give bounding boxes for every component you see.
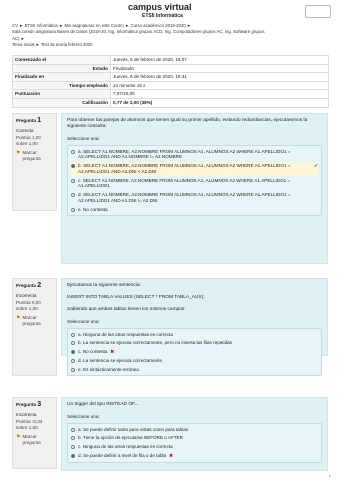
summary-value: Jueves, 6 de febrero de 2020, 16:31	[110, 72, 329, 82]
question-number: Pregunta 2	[16, 282, 42, 289]
answer-option[interactable]: d. La sentencia se ejecuta correctamente	[71, 357, 318, 365]
summary-value: 0,77 de 2,00 (38%)	[110, 97, 329, 108]
question-points: Puntúa -0,33 sobre 1,00	[16, 419, 43, 431]
question-number: Pregunta 1	[16, 117, 42, 124]
summary-row: Finalizado en Jueves, 6 de febrero de 202…	[12, 72, 329, 82]
answer-option[interactable]: b. La sentencia se ejecuta correctamente…	[71, 339, 318, 347]
radio-button[interactable]	[71, 358, 75, 363]
radio-button[interactable]	[71, 207, 75, 212]
breadcrumb-line[interactable]: AC) ►	[12, 36, 332, 41]
question-state: Correcta	[16, 127, 34, 133]
summary-value: 24 minutos 19 s	[110, 80, 329, 91]
attempt-summary-table: Comenzado el Jueves, 6 de febrero de 2020…	[12, 55, 329, 108]
radio-button[interactable]	[71, 436, 75, 441]
summary-row: Estado Finalizado	[12, 63, 329, 74]
flag-icon: ⚑	[16, 433, 21, 440]
breadcrumb-line[interactable]: CV ► ETSII Informàtica ► Mis asignaturas…	[12, 23, 332, 28]
answer-options: a. Ninguna de las otras respuestas es co…	[67, 327, 322, 377]
answer-option[interactable]: c. Ninguna de las otras respuestas es co…	[71, 443, 318, 451]
radio-button[interactable]	[71, 149, 75, 154]
answer-option[interactable]: a. Se puede definir tanto para vistas co…	[71, 426, 318, 434]
radio-button[interactable]	[71, 341, 75, 346]
header-menu-box[interactable]	[305, 5, 331, 18]
summary-row: Calificación 0,77 de 2,00 (38%)	[12, 97, 329, 108]
question-points: Puntúa 0,00 sobre 1,00	[16, 300, 41, 312]
summary-value: 7,67/20,00	[110, 89, 329, 99]
answer-option[interactable]: d. SELECT A1.NOMBRE, A2.NOMBRE FROM ALUM…	[71, 191, 318, 204]
summary-key: Puntuación	[12, 89, 111, 99]
radio-button[interactable]	[71, 350, 75, 355]
answer-option[interactable]: d. Se puede definir a nivel de fila o de…	[71, 452, 318, 460]
breadcrumb-line[interactable]: Tema inicial ► Test de teoría febrero 20…	[12, 42, 332, 47]
answer-option[interactable]: e. Es sintácticamente errónea	[71, 366, 318, 374]
page-number: 1	[328, 473, 331, 478]
flag-icon: ⚑	[16, 314, 21, 321]
answer-option[interactable]: b. Tiene la opción de ejecutarse BEFORE …	[71, 434, 318, 442]
question-number: Pregunta 3	[16, 401, 42, 408]
answer-option[interactable]: b. SELECT A1.NOMBRE, A2.NOMBRE FROM ALUM…	[71, 162, 318, 176]
question-info: Pregunta 3 Incorrecta Puntúa -0,33 sobre…	[12, 397, 57, 469]
radio-button[interactable]	[71, 178, 75, 183]
radio-button[interactable]	[71, 332, 75, 337]
summary-row: Comenzado el Jueves, 6 de febrero de 2020…	[12, 55, 329, 65]
radio-button[interactable]	[71, 445, 75, 450]
flag-question-button[interactable]: ⚑ Marcar pregunta	[16, 150, 53, 161]
flag-question-button[interactable]: ⚑ Marcar pregunta	[16, 315, 53, 326]
radio-button[interactable]	[71, 453, 75, 458]
flag-question-button[interactable]: ⚑ Marcar pregunta	[16, 434, 53, 445]
question-content: Para obtener las parejas de alumnos que …	[61, 113, 328, 264]
breadcrumb: CV ► ETSII Informàtica ► Mis asignaturas…	[12, 23, 332, 48]
question-content: Ejecutamos la siguiente sentencia: INSER…	[61, 278, 328, 377]
question-points: Puntúa 1,00 sobre 1,00	[16, 135, 41, 147]
answer-option[interactable]: a. Ninguna de las otras respuestas es co…	[71, 331, 318, 339]
radio-button[interactable]	[71, 427, 75, 432]
summary-key: Tiempo empleado	[12, 80, 111, 91]
site-subtitle: ETSII Informàtica	[142, 13, 183, 19]
summary-key: Finalizado en	[12, 72, 111, 82]
summary-key: Estado	[12, 63, 111, 74]
answer-options: a. SELECT A1.NOMBRE, A2.NOMBRE FROM ALUM…	[67, 144, 322, 217]
answer-option[interactable]: c. No contesta ✖	[71, 348, 318, 356]
summary-key: Calificación	[12, 97, 111, 108]
radio-button[interactable]	[71, 164, 75, 169]
question-text: Ejecutamos la siguiente sentencia: INSER…	[67, 283, 205, 312]
answer-options: a. Se puede definir tanto para vistas co…	[67, 422, 322, 463]
question-state: Incorrecta	[16, 411, 37, 417]
answer-option[interactable]: a. SELECT A1.NOMBRE, A2.NOMBRE FROM ALUM…	[71, 148, 318, 161]
answer-option[interactable]: e. No contesta	[71, 206, 318, 214]
check-icon: ✔	[314, 163, 318, 169]
cross-icon: ✖	[169, 452, 173, 458]
site-header: campus virtual ETSII Informàtica	[0, 0, 339, 19]
summary-row: Puntuación 7,67/20,00	[12, 89, 329, 99]
summary-value: Finalizado	[110, 63, 329, 74]
summary-key: Comenzado el	[12, 55, 111, 65]
summary-value: Jueves, 6 de febrero de 2020, 16:07	[110, 55, 329, 65]
question-content: Un trigger del tipo INSTEAD OF... Selecc…	[61, 397, 328, 471]
answer-option[interactable]: c. SELECT A1.NOMBRE, A2.NOMBRE FROM ALUM…	[71, 177, 318, 190]
question-state: Incorrecta	[16, 292, 37, 298]
cross-icon: ✖	[110, 349, 115, 355]
select-prompt: Seleccione una:	[67, 135, 100, 141]
radio-button[interactable]	[71, 193, 75, 198]
breadcrumb-line[interactable]: Sala común asignatura Bases de Datos (20…	[12, 29, 332, 34]
question-info: Pregunta 2 Incorrecta Puntúa 0,00 sobre …	[12, 278, 57, 376]
select-prompt: Seleccione una:	[67, 318, 100, 324]
flag-icon: ⚑	[16, 149, 21, 156]
select-prompt: Seleccione una:	[67, 413, 100, 419]
question-info: Pregunta 1 Correcta Puntúa 1,00 sobre 1,…	[12, 113, 57, 211]
summary-row: Tiempo empleado 24 minutos 19 s	[12, 80, 329, 91]
question-text: Para obtener las parejas de alumnos que …	[67, 118, 308, 129]
radio-button[interactable]	[71, 367, 75, 372]
question-text: Un trigger del tipo INSTEAD OF...	[67, 402, 139, 407]
grade-value: 0,77 de 2,00 (38%)	[113, 99, 153, 105]
site-title: campus virtual	[128, 2, 192, 12]
